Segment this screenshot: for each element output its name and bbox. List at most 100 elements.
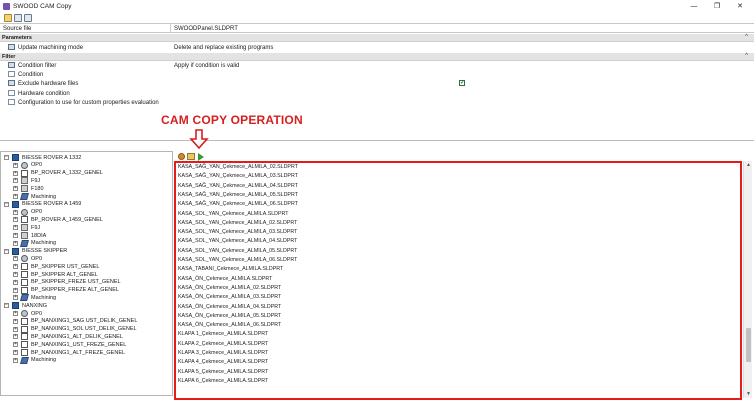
expand-icon[interactable]: + [13,357,18,363]
collapse-icon[interactable]: − [4,201,9,207]
tree-child-node[interactable]: + F180 [1,185,171,193]
file-list-item[interactable]: KASA_SAĞ_YAN_Çekmece_ALMILA_06.SLDPRT [178,201,298,210]
file-list-item[interactable]: KASA_SOL_YAN_Çekmece_ALMILA.SLDPRT [178,211,289,220]
chevron-up-icon[interactable]: ^ [745,53,748,59]
tree-child-node[interactable]: + Machining [1,193,171,201]
update-mode-value[interactable]: Delete and replace existing programs [174,45,273,51]
update-mode-row[interactable]: Update machining mode Delete and replace… [0,43,754,52]
play-icon[interactable] [198,153,204,161]
minimize-button[interactable]: — [684,1,704,12]
file-list-item[interactable]: KLAPA 4_Çekmece_ALMILA.SLDPRT [178,359,268,368]
expand-icon[interactable]: + [13,217,18,223]
condition-filter-value[interactable]: Apply if condition is valid [174,63,239,69]
file-list-item[interactable]: KASA_ÖN_Çekmece_ALMILA.SLDPRT [178,276,272,285]
tree-machine-node[interactable]: − NANXING [1,302,171,310]
expand-icon[interactable]: + [13,295,18,301]
expand-icon[interactable]: + [13,326,18,332]
tree-child-node[interactable]: + BP_ROVER A_1459_GENEL [1,216,171,224]
tree-child-node[interactable]: +18DIA [1,232,171,240]
file-list-item[interactable]: KASA_ÖN_Çekmece_ALMILA_02.SLDPRT [178,285,281,294]
tree-child-node[interactable]: + Machining [1,356,171,365]
tree-child-node[interactable]: + BP_SKIPPER ALT_GENEL [1,271,171,279]
expand-icon[interactable]: + [13,240,18,246]
expand-icon[interactable]: + [13,233,18,238]
filter-section-header[interactable]: Filter ^ [0,53,754,61]
tree-child-node[interactable]: + OP0 [1,161,171,170]
expand-icon[interactable]: + [13,342,18,348]
condition-row[interactable]: Condition [0,70,754,79]
file-list-item[interactable]: KASA_SOL_YAN_Çekmece_ALMILA_05.SLDPRT [178,248,297,257]
file-list-item[interactable]: KASA_ÖN_Çekmece_ALMILA_03.SLDPRT [178,294,281,303]
tree-child-node[interactable]: + OP0 [1,310,171,318]
expand-icon[interactable]: + [13,264,18,270]
file-list-item[interactable]: KASA_ÖN_Çekmece_ALMILA_06.SLDPRT [178,322,281,331]
save-all-icon[interactable] [24,14,32,22]
expand-icon[interactable]: + [13,311,18,316]
file-list-item[interactable]: KASA_ÖN_Çekmece_ALMILA_04.SLDPRT [178,304,281,313]
tree-child-node[interactable]: + BP_SKIPPER UST_GENEL [1,263,171,271]
expand-icon[interactable]: + [13,287,18,293]
tree-child-node[interactable]: + Machining [1,239,171,248]
expand-icon[interactable]: + [13,209,18,215]
scroll-up-button[interactable]: ▲ [744,161,753,169]
tree-machine-node[interactable]: − BIESSE SKIPPER [1,247,171,256]
expand-icon[interactable]: + [13,318,18,324]
exclude-hardware-row[interactable]: Exclude hardware files ✓ [0,79,754,88]
file-list-item[interactable]: KLAPA 2_Çekmece_ALMILA.SLDPRT [178,341,268,350]
source-file-row[interactable]: Source file SWOODPanel.SLDPRT [0,23,754,33]
maximize-button[interactable]: ❐ [707,1,727,12]
file-list-item[interactable]: KASA_ÖN_Çekmece_ALMILA_05.SLDPRT [178,313,281,322]
folder-load-icon[interactable] [187,153,195,160]
save-icon[interactable] [14,14,22,22]
expand-icon[interactable]: + [13,170,18,176]
tree-child-node[interactable]: + F9J [1,224,171,232]
file-list-item[interactable]: KASA_SAĞ_YAN_Çekmece_ALMILA_02.SLDPRT [178,164,298,173]
file-list-item[interactable]: KASA_SAĞ_YAN_Çekmece_ALMILA_04.SLDPRT [178,183,298,192]
target-file-list[interactable]: KASA_SAĞ_YAN_Çekmece_ALMILA_02.SLDPRT KAS… [174,161,742,400]
file-list-item[interactable]: KASA_SAĞ_YAN_Çekmece_ALMILA_05.SLDPRT [178,192,298,201]
tree-machine-node[interactable]: − BIESSE ROVER A 1459 [1,200,171,209]
tree-child-node[interactable]: + OP0 [1,255,171,263]
collapse-icon[interactable]: − [4,248,9,254]
expand-icon[interactable]: + [13,178,18,184]
file-list-item[interactable]: KLAPA 6_Çekmece_ALMILA.SLDPRT [178,378,268,387]
expand-icon[interactable]: + [13,279,18,285]
expand-icon[interactable]: + [13,272,18,277]
tree-machine-node[interactable]: − BIESSE ROVER A 1332 [1,154,171,162]
exclude-hardware-checkbox[interactable]: ✓ [459,80,465,86]
parameters-section-header[interactable]: Parameters ^ [0,34,754,42]
machine-tree[interactable]: − BIESSE ROVER A 1332 + OP0 + BP_ROVER A_1332… [0,151,173,396]
file-list-item[interactable]: KASA_SOL_YAN_Çekmece_ALMILA_04.SLDPRT [178,238,297,247]
folder-open-icon[interactable] [4,14,12,22]
file-list-item[interactable]: KASA_SAĞ_YAN_Çekmece_ALMILA_03.SLDPRT [178,173,298,182]
tree-child-node[interactable]: + F9J [1,177,171,185]
tree-child-node[interactable]: + BP_NANXING1_ALT_FREZE_GENEL [1,349,171,357]
expand-icon[interactable]: + [13,225,18,231]
tree-child-node[interactable]: + BP_SKIPPER_FREZE UST_GENEL [1,278,171,287]
scroll-down-button[interactable]: ▼ [744,390,753,398]
file-list-scrollbar[interactable]: ▲ ▼ [743,161,752,398]
configuration-row[interactable]: Configuration to use for custom properti… [0,98,754,107]
expand-icon[interactable]: + [13,256,18,262]
file-list-item[interactable]: KASA_SOL_YAN_Çekmece_ALMILA_06.SLDPRT [178,257,297,266]
file-list-item[interactable]: KASA_SOL_YAN_Çekmece_ALMILA_02.SLDPRT [178,220,297,229]
expand-icon[interactable]: + [13,162,18,168]
hardware-condition-row[interactable]: Hardware condition [0,89,754,98]
tree-child-node[interactable]: + Machining [1,294,171,302]
tree-child-node[interactable]: + BP_NANXING1_SAG UST_DELIK_GENEL [1,317,171,326]
file-list-item[interactable]: KLAPA 5_Çekmece_ALMILA.SLDPRT [178,369,268,378]
expand-icon[interactable]: + [13,350,18,355]
collapse-icon[interactable]: − [4,303,9,309]
expand-icon[interactable]: + [13,186,18,192]
close-button[interactable]: ✕ [730,1,750,12]
tree-child-node[interactable]: + OP0 [1,208,171,217]
chevron-up-icon[interactable]: ^ [745,34,748,40]
expand-icon[interactable]: + [13,334,18,340]
file-list-item[interactable]: KLAPA 3_Çekmece_ALMILA.SLDPRT [178,350,268,359]
refresh-icon[interactable] [178,153,185,160]
tree-child-node[interactable]: + BP_NANXING1_SOL UST_DELIK_GENEL [1,325,171,334]
file-list-item[interactable]: KLAPA 1_Çekmece_ALMILA.SLDPRT [178,331,268,340]
collapse-icon[interactable]: − [4,155,9,160]
condition-filter-row[interactable]: Condition filter Apply if condition is v… [0,61,754,70]
file-list-item[interactable]: KASA_SOL_YAN_Çekmece_ALMILA_03.SLDPRT [178,229,297,238]
